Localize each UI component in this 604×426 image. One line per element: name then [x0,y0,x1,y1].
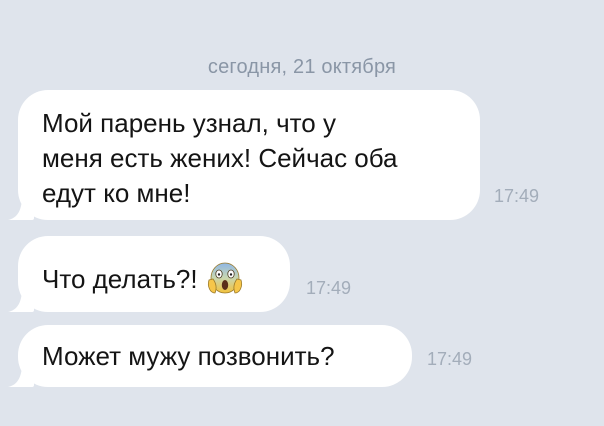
message-time: 17:49 [427,349,473,369]
message-text: Мой парень узнал, что у меня есть жених!… [42,108,398,208]
message-text: Что делать?! [42,264,198,294]
date-separator: сегодня, 21 октября [207,56,397,78]
bubble-tail [8,363,34,387]
screaming-face-emoji-icon-graphic [207,262,242,294]
message-text: Может мужу позвонить? [42,341,335,371]
message-bubble[interactable]: Что делать?! [18,236,290,312]
bubble-tail [8,288,34,312]
screaming-face-emoji-icon [206,258,244,296]
bubble-tail [8,196,34,220]
message-time: 17:49 [306,278,352,298]
message-bubble[interactable]: Может мужу позвонить? [18,325,412,387]
message-bubble[interactable]: Мой парень узнал, что у меня есть жених!… [18,90,480,220]
message-time: 17:49 [494,186,540,206]
